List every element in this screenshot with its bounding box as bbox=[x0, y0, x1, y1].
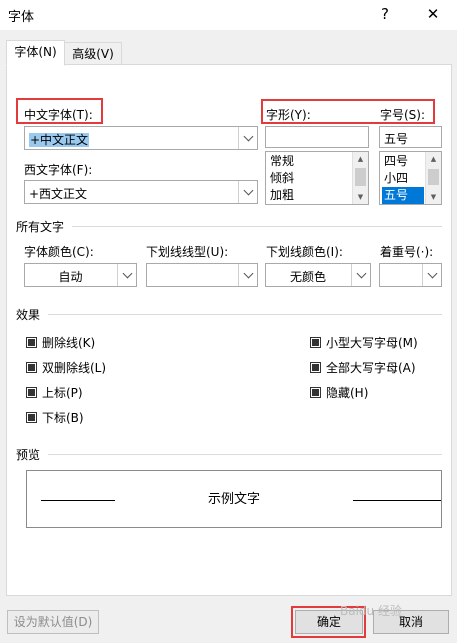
divider bbox=[48, 314, 442, 315]
checkbox-icon[interactable] bbox=[310, 337, 321, 348]
font-size-value: 五号 bbox=[384, 132, 409, 146]
emphasis-combo[interactable] bbox=[379, 263, 442, 287]
font-style-label: 字形(Y): bbox=[266, 108, 311, 122]
subscript-checkbox[interactable]: 下标(B) bbox=[26, 409, 84, 426]
chevron-down-icon[interactable] bbox=[117, 264, 136, 286]
scroll-thumb[interactable] bbox=[355, 168, 366, 186]
chevron-down-icon[interactable] bbox=[238, 181, 257, 203]
help-button[interactable]: ? bbox=[370, 2, 400, 26]
list-item[interactable]: 倾斜 bbox=[268, 170, 294, 187]
font-color-combo[interactable]: 自动 bbox=[24, 263, 137, 287]
checkbox-icon[interactable] bbox=[26, 387, 37, 398]
underline-style-label: 下划线线型(U): bbox=[146, 245, 229, 259]
font-size-label: 字号(S): bbox=[380, 108, 426, 122]
set-default-button[interactable]: 设为默认值(D) bbox=[7, 610, 99, 634]
font-color-value: 自动 bbox=[58, 270, 83, 284]
font-color-label: 字体颜色(C): bbox=[24, 245, 94, 259]
underline-color-value: 无颜色 bbox=[289, 270, 326, 284]
western-font-combo[interactable]: +西文正文 bbox=[24, 180, 258, 204]
all-text-section-label: 所有文字 bbox=[16, 220, 65, 234]
underline-color-combo[interactable]: 无颜色 bbox=[265, 263, 371, 287]
font-style-input[interactable] bbox=[265, 126, 369, 148]
chevron-down-icon[interactable] bbox=[238, 264, 257, 286]
scroll-up-icon[interactable]: ▲ bbox=[353, 152, 368, 166]
chevron-down-icon[interactable] bbox=[238, 127, 257, 149]
checkbox-icon[interactable] bbox=[310, 362, 321, 373]
watermark-text: Baidu 经验 bbox=[340, 604, 402, 618]
effects-section-label: 效果 bbox=[16, 308, 41, 322]
scrollbar[interactable]: ▲ ▼ bbox=[425, 152, 441, 204]
double-strikethrough-checkbox[interactable]: 双删除线(L) bbox=[26, 359, 106, 376]
list-item-selected[interactable]: 五号 bbox=[382, 187, 424, 204]
underline-color-label: 下划线颜色(I): bbox=[266, 245, 343, 259]
divider bbox=[72, 226, 442, 227]
checkbox-icon[interactable] bbox=[26, 362, 37, 373]
chinese-font-combo[interactable]: +中文正文 bbox=[24, 126, 258, 150]
small-caps-checkbox[interactable]: 小型大写字母(M) bbox=[310, 334, 418, 351]
font-size-input[interactable]: 五号 bbox=[379, 126, 442, 148]
chinese-font-label: 中文字体(T): bbox=[24, 108, 93, 122]
preview-sample-text: 示例文字 bbox=[207, 492, 260, 507]
scroll-thumb[interactable] bbox=[428, 169, 439, 185]
underline-style-combo[interactable] bbox=[146, 263, 258, 287]
scroll-up-icon[interactable]: ▲ bbox=[426, 152, 441, 166]
emphasis-label: 着重号(·): bbox=[380, 245, 434, 259]
chevron-down-icon[interactable] bbox=[351, 264, 370, 286]
list-item[interactable]: 小四 bbox=[382, 170, 408, 187]
western-font-label: 西文字体(F): bbox=[24, 163, 93, 177]
strikethrough-checkbox[interactable]: 删除线(K) bbox=[26, 334, 95, 351]
list-item[interactable]: 常规 bbox=[268, 153, 294, 170]
checkbox-icon[interactable] bbox=[26, 337, 37, 348]
western-font-value: +西文正文 bbox=[29, 187, 88, 201]
chinese-font-value: +中文正文 bbox=[29, 133, 90, 147]
scroll-down-icon[interactable]: ▼ bbox=[426, 190, 441, 204]
divider bbox=[48, 454, 442, 455]
close-icon: ✕ bbox=[426, 5, 440, 23]
font-style-list[interactable]: 常规 倾斜 加粗 ▲ ▼ bbox=[265, 151, 369, 205]
scrollbar[interactable]: ▲ ▼ bbox=[352, 152, 368, 204]
dialog-title: 字体 bbox=[8, 10, 35, 25]
checkbox-icon[interactable] bbox=[26, 412, 37, 423]
help-icon: ? bbox=[381, 5, 389, 23]
tab-font[interactable]: 字体(N) bbox=[6, 40, 65, 66]
font-size-list[interactable]: 四号 小四 五号 ▲ ▼ bbox=[379, 151, 442, 205]
list-item[interactable]: 加粗 bbox=[268, 187, 294, 204]
list-item[interactable]: 四号 bbox=[382, 153, 408, 170]
chevron-down-icon[interactable] bbox=[422, 264, 441, 286]
preview-box: 示例文字 bbox=[26, 470, 442, 528]
close-button[interactable]: ✕ bbox=[418, 2, 448, 26]
preview-section-label: 预览 bbox=[16, 448, 41, 462]
checkbox-icon[interactable] bbox=[310, 387, 321, 398]
hidden-checkbox[interactable]: 隐藏(H) bbox=[310, 384, 368, 401]
superscript-checkbox[interactable]: 上标(P) bbox=[26, 384, 83, 401]
scroll-down-icon[interactable]: ▼ bbox=[353, 190, 368, 204]
tab-advanced[interactable]: 高级(V) bbox=[64, 42, 122, 66]
all-caps-checkbox[interactable]: 全部大写字母(A) bbox=[310, 359, 416, 376]
